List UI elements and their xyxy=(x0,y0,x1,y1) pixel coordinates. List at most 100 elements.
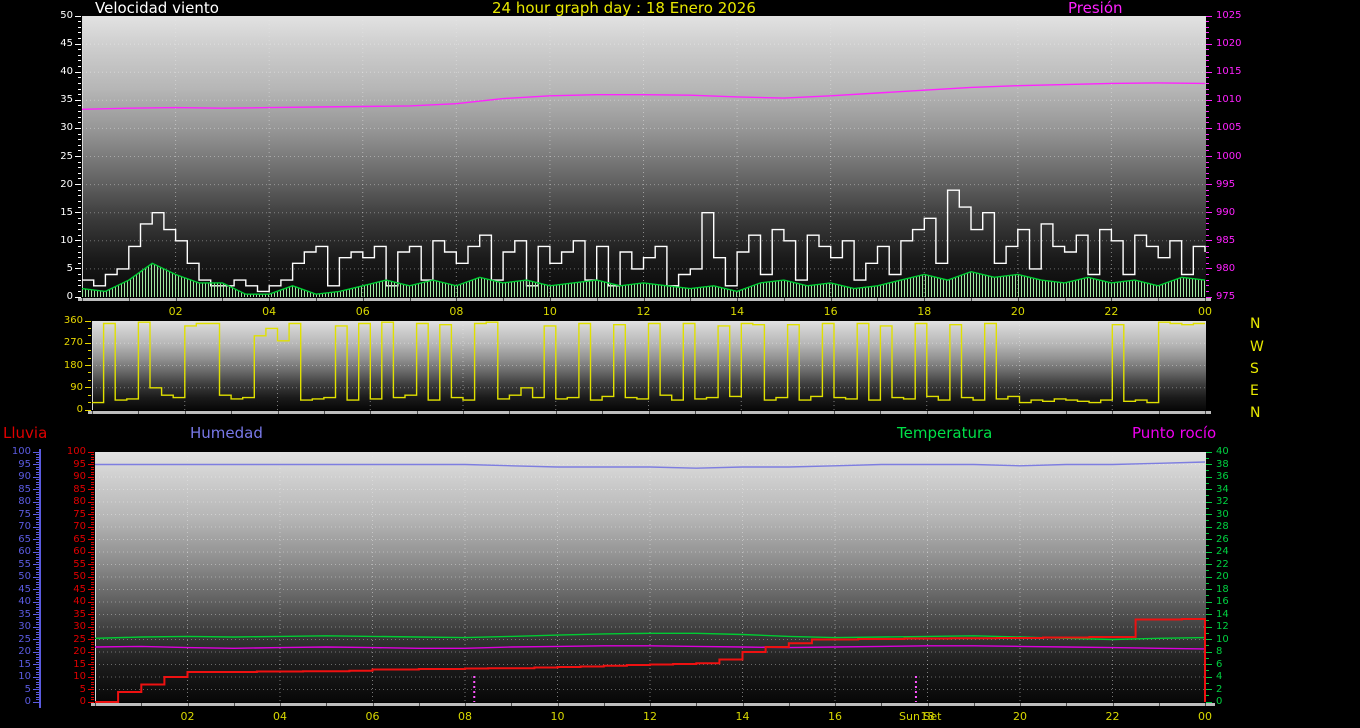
axis-tick xyxy=(1206,627,1212,628)
axis-tick-label: 975 xyxy=(1216,292,1250,302)
hour-tick xyxy=(1018,298,1019,301)
axis-tick xyxy=(85,387,91,388)
axis-tick xyxy=(91,594,94,595)
axis-tick xyxy=(78,27,81,28)
axis-tick xyxy=(78,77,81,78)
axis-tick xyxy=(78,139,81,140)
hour-tick xyxy=(743,703,744,706)
axis-tick xyxy=(78,66,81,67)
hour-tick xyxy=(834,411,835,414)
axis-tick xyxy=(91,472,94,473)
hour-tick xyxy=(419,703,420,706)
axis-tick xyxy=(91,512,94,513)
axis-tick xyxy=(91,619,94,620)
axis-tick-label: 60 xyxy=(46,547,86,557)
axis-tick xyxy=(91,672,94,673)
axis-tick xyxy=(1206,570,1209,571)
x-axis-hour-label: 22 xyxy=(1100,711,1126,723)
x-axis-hour-label: 22 xyxy=(1098,306,1124,318)
hour-tick xyxy=(1159,703,1160,706)
axis-tick xyxy=(91,644,94,645)
axis-tick xyxy=(78,263,81,264)
axis-tick xyxy=(1206,257,1209,258)
x-axis-hour-label: 18 xyxy=(911,306,937,318)
axis-tick xyxy=(91,529,94,530)
outer-axis-line xyxy=(39,449,41,708)
axis-tick xyxy=(91,634,94,635)
axis-tick xyxy=(1206,458,1209,459)
hour-tick xyxy=(410,298,411,301)
axis-tick xyxy=(91,699,94,700)
axis-tick xyxy=(91,579,94,580)
axis-tick xyxy=(1206,167,1209,168)
axis-tick-label: 32 xyxy=(1216,497,1250,507)
axis-tick xyxy=(78,291,81,292)
axis-tick xyxy=(1206,190,1209,191)
axis-tick-label: 5 xyxy=(46,685,86,695)
wind-x-axis-bar xyxy=(78,298,1211,301)
axis-tick xyxy=(1206,664,1212,665)
axis-tick-label: 990 xyxy=(1216,208,1250,218)
axis-tick xyxy=(78,207,81,208)
axis-tick xyxy=(75,240,81,241)
axis-tick xyxy=(91,482,94,483)
axis-tick xyxy=(1206,268,1212,269)
outer-axis-tick-label: 65 xyxy=(2,535,31,545)
axis-tick-label: 12 xyxy=(1216,622,1250,632)
axis-tick xyxy=(88,452,94,453)
axis-tick xyxy=(91,679,94,680)
axis-tick xyxy=(91,697,94,698)
axis-tick-label: 15 xyxy=(46,660,86,670)
axis-tick xyxy=(1206,558,1209,559)
hour-tick xyxy=(511,703,512,706)
hour-tick xyxy=(831,298,832,301)
axis-tick xyxy=(1206,645,1209,646)
hour-tick xyxy=(695,411,696,414)
axis-tick xyxy=(1206,514,1212,515)
axis-tick xyxy=(78,134,81,135)
outer-axis-tick-label: 100 xyxy=(2,447,31,457)
hour-tick xyxy=(509,411,510,414)
temperature-label: Temperatura xyxy=(897,425,992,441)
direction-x-axis-bar xyxy=(88,411,1211,414)
axis-tick xyxy=(91,479,94,480)
axis-tick-label: 24 xyxy=(1216,547,1250,557)
axis-tick xyxy=(1206,477,1212,478)
axis-tick xyxy=(1206,27,1209,28)
axis-tick xyxy=(91,657,94,658)
hour-tick xyxy=(95,703,96,706)
axis-tick xyxy=(91,669,94,670)
x-axis-hour-label: 04 xyxy=(267,711,293,723)
axis-tick xyxy=(91,524,94,525)
hour-tick xyxy=(597,298,598,301)
axis-tick xyxy=(91,612,94,613)
axis-tick-label: 1000 xyxy=(1216,152,1250,162)
axis-tick xyxy=(1206,240,1212,241)
x-axis-hour-label: 20 xyxy=(1007,711,1033,723)
outer-axis-tick-label: 55 xyxy=(2,560,31,570)
axis-tick xyxy=(1206,229,1209,230)
axis-tick xyxy=(1206,122,1209,123)
outer-axis-tick-label: 40 xyxy=(2,597,31,607)
axis-tick xyxy=(1206,49,1209,50)
outer-axis-tick-label: 90 xyxy=(2,472,31,482)
axis-tick-label: 45 xyxy=(33,39,73,49)
axis-tick xyxy=(1206,633,1209,634)
axis-tick-label: 30 xyxy=(1216,510,1250,520)
x-axis-hour-label: 16 xyxy=(822,711,848,723)
axis-tick xyxy=(91,604,94,605)
axis-tick xyxy=(91,587,94,588)
hour-tick xyxy=(1111,298,1112,301)
hour-tick xyxy=(222,298,223,301)
hour-tick xyxy=(1065,298,1066,301)
hour-tick xyxy=(1205,411,1206,414)
axis-tick-label: 70 xyxy=(46,522,86,532)
axis-tick xyxy=(1206,520,1209,521)
axis-tick xyxy=(1206,502,1212,503)
hour-tick xyxy=(465,703,466,706)
axis-tick-label: 50 xyxy=(46,572,86,582)
axis-tick xyxy=(1206,134,1209,135)
axis-tick xyxy=(91,674,94,675)
hour-tick xyxy=(558,703,559,706)
axis-tick xyxy=(91,484,94,485)
